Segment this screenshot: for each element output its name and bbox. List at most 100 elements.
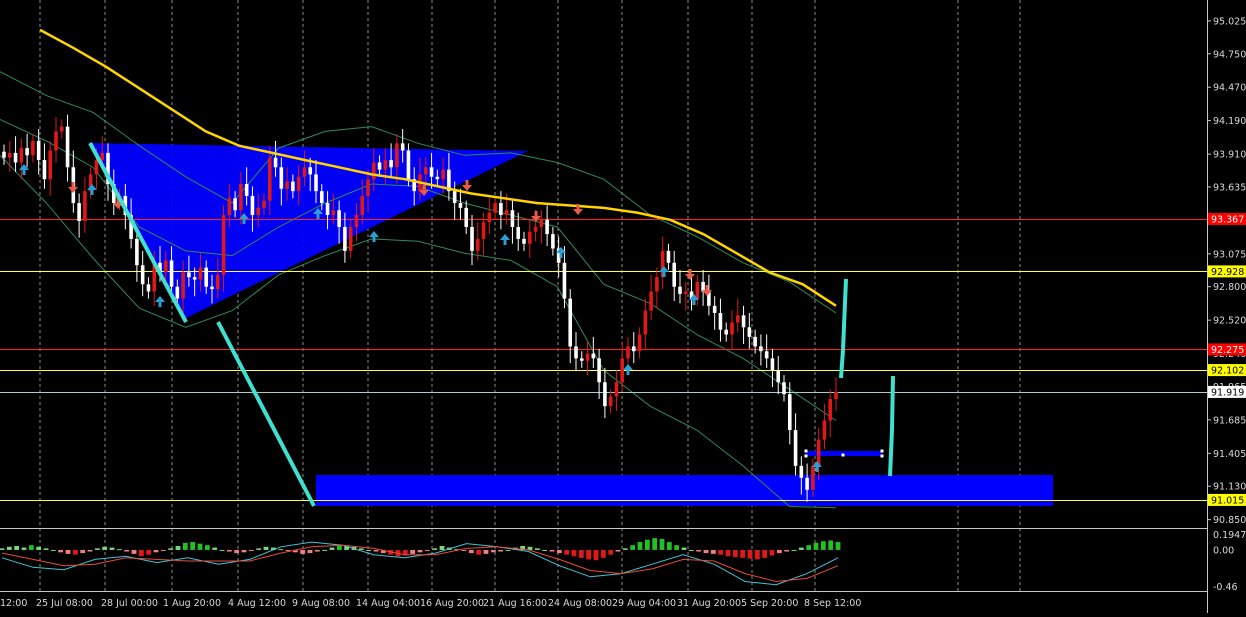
candle-body	[429, 167, 434, 177]
price-label-text: 91.919	[1211, 387, 1244, 398]
zone-handle[interactable]	[804, 454, 808, 458]
macd-bar	[813, 542, 819, 550]
candle-body	[267, 157, 272, 201]
projection-line[interactable]	[839, 278, 848, 379]
time-tick-label: 29 Aug 04:00	[612, 598, 676, 609]
candle-body	[13, 152, 18, 163]
candle-body	[533, 226, 538, 232]
candle-body	[805, 477, 809, 490]
macd-bar	[791, 549, 797, 551]
candle-body	[83, 191, 87, 221]
macd-bar	[80, 549, 86, 554]
time-tick-label: 5 Sep 20:00	[741, 598, 798, 609]
arrow-down-icon	[68, 187, 78, 193]
demand-zone-rect[interactable]	[316, 475, 1053, 506]
candle-body	[666, 250, 671, 263]
candle-body	[787, 394, 792, 431]
macd-bar	[124, 549, 130, 552]
candle-body	[822, 420, 827, 440]
macd-bar	[160, 549, 166, 551]
candle-body	[331, 210, 336, 216]
candle-body	[562, 262, 567, 299]
candle-body	[828, 398, 833, 421]
macd-bar	[637, 542, 643, 550]
macd-bar	[630, 545, 636, 550]
candle-body	[516, 226, 521, 239]
time-tick-label: 24 Aug 08:00	[548, 598, 612, 609]
candle-body	[735, 315, 740, 323]
candle-body	[250, 195, 255, 216]
macd-bar	[593, 549, 599, 561]
macd-bar	[87, 549, 93, 552]
candle-body	[65, 126, 70, 168]
macd-bar	[36, 546, 42, 550]
macd-bar	[300, 549, 306, 554]
zone-handle[interactable]	[880, 449, 884, 453]
candle-body	[348, 226, 353, 251]
candle-body	[192, 277, 197, 280]
macd-bar	[622, 548, 628, 550]
arrow-down-icon	[422, 185, 426, 190]
macd-bar	[754, 549, 760, 560]
time-tick-label: 25 Jul 08:00	[36, 598, 93, 609]
candle-body	[233, 198, 237, 211]
macd-bar	[278, 549, 284, 551]
macd-bar	[571, 549, 577, 557]
candle-body	[527, 231, 532, 244]
candle-body	[591, 353, 596, 359]
macd-bar	[798, 547, 804, 550]
macd-bar	[718, 549, 724, 555]
candle-body	[481, 222, 486, 239]
candle-body	[100, 152, 105, 161]
candle-body	[551, 234, 555, 249]
macd-bar	[578, 549, 584, 558]
macd-bar	[234, 549, 240, 554]
price-label-text: 92.275	[1211, 345, 1244, 356]
candle-body	[499, 203, 503, 216]
arrow-up-icon	[242, 219, 246, 224]
macd-bar	[322, 549, 328, 551]
candle-body	[695, 281, 700, 299]
macd-bar	[410, 549, 416, 554]
macd-bar	[256, 548, 262, 550]
macd-bar	[505, 549, 511, 551]
candle-body	[637, 334, 642, 352]
arrow-down-icon	[685, 274, 695, 280]
arrow-up-icon	[662, 272, 666, 277]
candle-body	[54, 131, 58, 151]
candle-body	[730, 322, 734, 335]
candle-body	[256, 207, 261, 216]
macd-bar	[586, 549, 592, 560]
zone-handle[interactable]	[804, 449, 808, 453]
candle-body	[48, 150, 53, 180]
zone-handle[interactable]	[880, 454, 884, 458]
candle-body	[470, 226, 474, 251]
macd-bar	[820, 541, 826, 550]
time-tick-label: 16 Aug 20:00	[420, 598, 484, 609]
candle-body	[187, 272, 191, 278]
candle-body	[423, 167, 428, 175]
candle-body	[31, 140, 35, 156]
price-chart-svg[interactable]: 95.025 94.750 94.470 94.190 93.910 93.635 93.3…	[0, 0, 1246, 613]
time-tick-label: 9 Aug 08:00	[292, 598, 350, 609]
macd-bar	[138, 549, 144, 557]
candle-body	[655, 277, 659, 292]
macd-bar	[58, 549, 64, 553]
arrow-up-icon	[372, 237, 376, 242]
price-tick-label: 94.470	[1213, 83, 1246, 94]
zone-handle[interactable]	[841, 453, 845, 457]
macd-bar	[248, 549, 254, 551]
projection-line[interactable]	[888, 375, 895, 477]
candle-body	[753, 336, 757, 347]
candle-body	[77, 203, 81, 221]
macd-bar	[358, 548, 364, 550]
macd-bar	[307, 549, 313, 554]
macd-bar	[615, 549, 621, 552]
macd-bar	[666, 542, 672, 550]
trading-chart[interactable]: 95.025 94.750 94.470 94.190 93.910 93.635 93.3…	[0, 0, 1246, 613]
candle-body	[366, 179, 370, 196]
candle-body	[7, 152, 12, 158]
candle-body	[811, 465, 815, 490]
candle-body	[291, 181, 295, 192]
macd-bar	[226, 549, 232, 552]
